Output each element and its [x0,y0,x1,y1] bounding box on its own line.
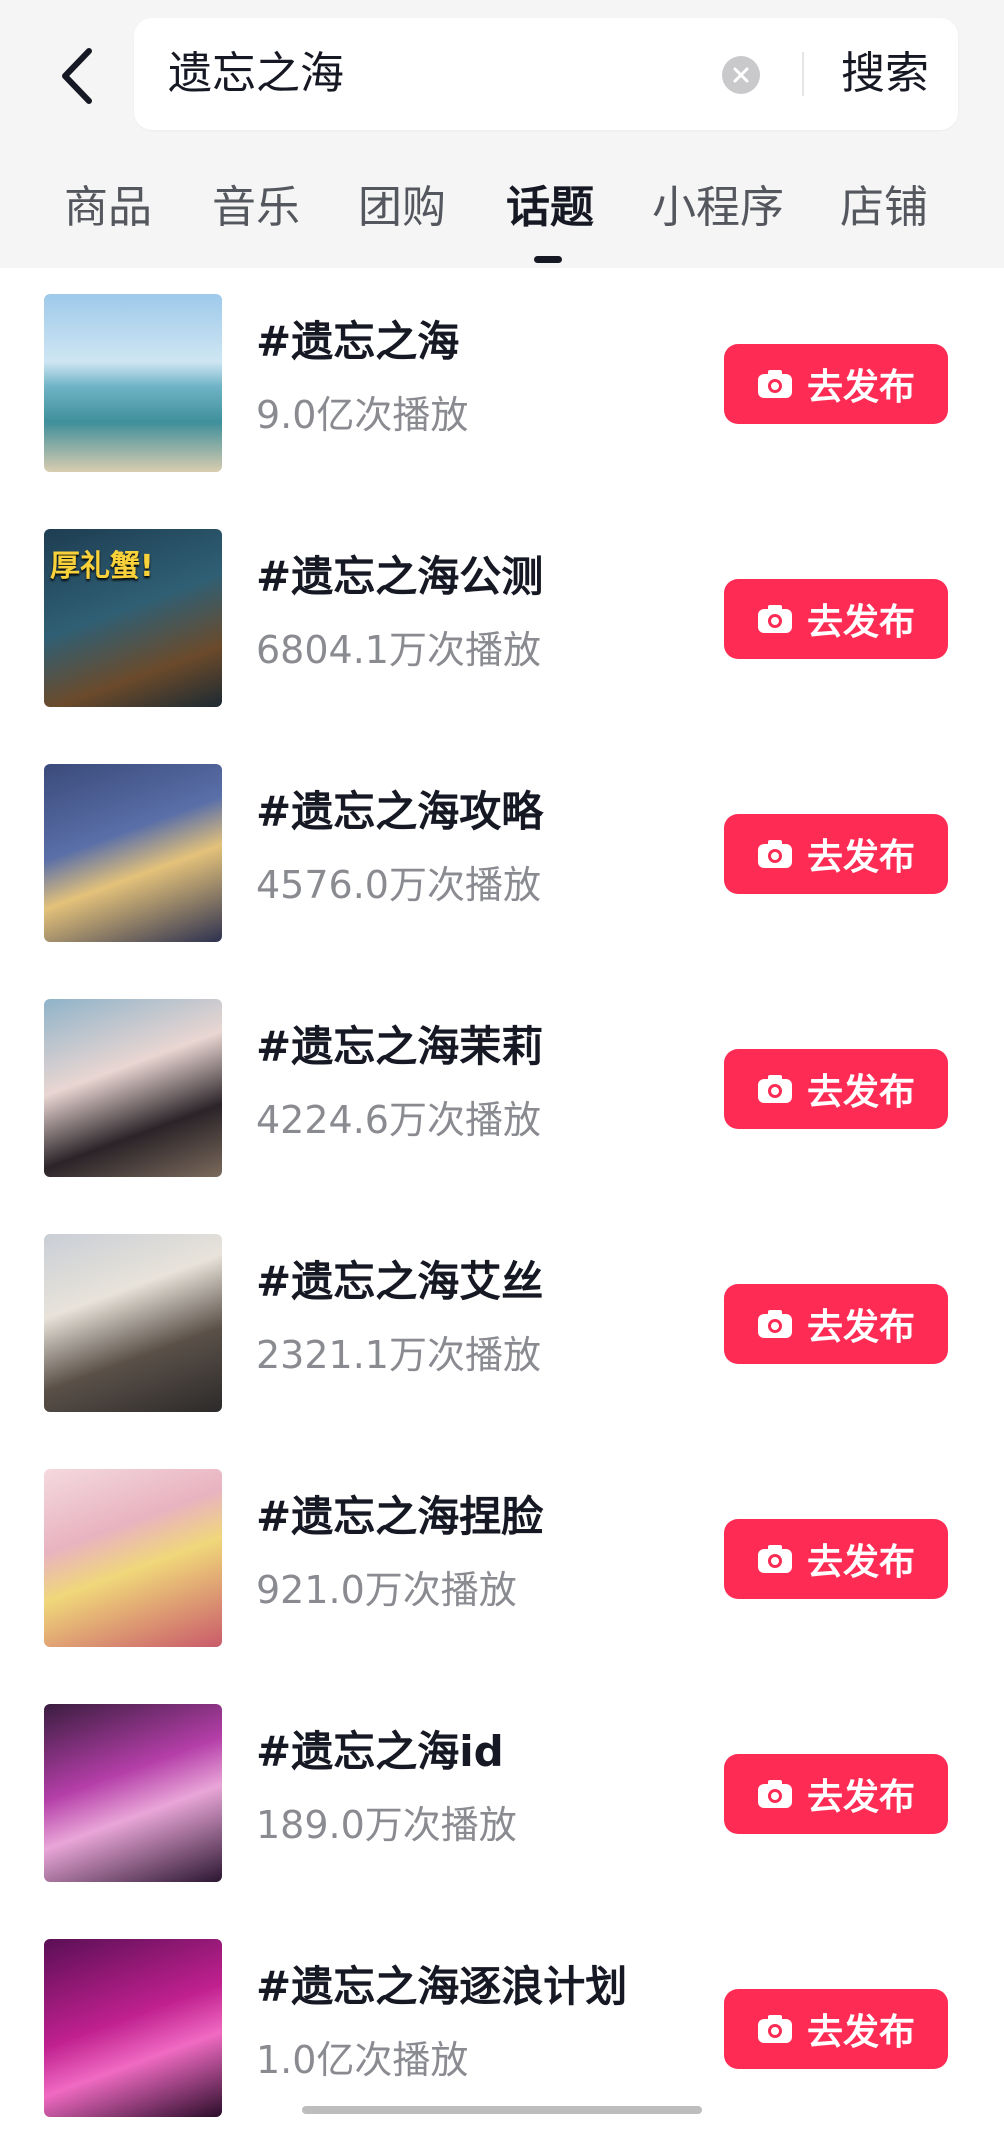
post-button[interactable]: 去发布 [724,344,948,424]
camera-icon [757,1780,792,1808]
divider [802,52,804,96]
camera-icon [757,2015,792,2043]
tab-topics[interactable]: 话题 [506,172,594,244]
tab-shops[interactable]: 店铺 [840,172,928,244]
topic-title: #遗忘之海 [256,317,460,366]
post-button[interactable]: 去发布 [724,814,948,894]
topic-views: 4576.0万次播放 [256,863,541,907]
search-button[interactable]: 搜索 [812,18,958,130]
topic-thumbnail [44,1939,222,2117]
topic-title: #遗忘之海茉莉 [256,1022,544,1071]
topic-row[interactable]: #遗忘之海捏脸 921.0万次播放 去发布 [0,1443,1004,1678]
topic-title: #遗忘之海逐浪计划 [256,1962,628,2011]
post-button[interactable]: 去发布 [724,1989,948,2069]
top-bar: 遗忘之海 搜索 商品 音乐 团购 话题 小程序 店铺 [0,0,1004,268]
topic-thumbnail: 厚礼蟹! [44,529,222,707]
topic-title: #遗忘之海id [256,1727,504,1776]
camera-icon [757,1545,792,1573]
post-button[interactable]: 去发布 [724,579,948,659]
tab-music[interactable]: 音乐 [212,172,300,244]
tab-group-buy[interactable]: 团购 [358,172,446,244]
topic-row[interactable]: #遗忘之海茉莉 4224.6万次播放 去发布 [0,973,1004,1208]
topic-row[interactable]: #遗忘之海 9.0亿次播放 去发布 [0,268,1004,503]
topic-row[interactable]: #遗忘之海艾丝 2321.1万次播放 去发布 [0,1208,1004,1443]
topic-thumbnail [44,1234,222,1412]
topic-thumbnail [44,999,222,1177]
post-button-label: 去发布 [806,1307,915,1348]
home-indicator[interactable] [302,2106,702,2114]
topic-row[interactable]: 厚礼蟹! #遗忘之海公测 6804.1万次播放 去发布 [0,503,1004,738]
topic-views: 6804.1万次播放 [256,628,541,672]
topic-views: 189.0万次播放 [256,1803,517,1847]
post-button-label: 去发布 [806,2012,915,2053]
back-button[interactable] [44,36,110,116]
topic-views: 4224.6万次播放 [256,1098,541,1142]
post-button-label: 去发布 [806,602,915,643]
tab-mini-programs[interactable]: 小程序 [652,172,784,244]
tab-bar: 商品 音乐 团购 话题 小程序 店铺 [0,172,1004,268]
search-input[interactable]: 遗忘之海 [168,18,344,130]
tab-goods[interactable]: 商品 [64,172,152,244]
topic-views: 921.0万次播放 [256,1568,517,1612]
post-button-label: 去发布 [806,1542,915,1583]
topic-thumbnail [44,764,222,942]
topic-title: #遗忘之海攻略 [256,787,544,836]
topic-title: #遗忘之海捏脸 [256,1492,544,1541]
post-button[interactable]: 去发布 [724,1049,948,1129]
topic-thumbnail [44,294,222,472]
topic-views: 9.0亿次播放 [256,393,469,437]
active-tab-indicator [534,256,562,263]
topic-title: #遗忘之海艾丝 [256,1257,544,1306]
chevron-left-icon [62,48,92,104]
camera-icon [757,1310,792,1338]
topic-title: #遗忘之海公测 [256,552,544,601]
camera-icon [757,370,792,398]
post-button-label: 去发布 [806,837,915,878]
topic-row[interactable]: #遗忘之海攻略 4576.0万次播放 去发布 [0,738,1004,973]
camera-icon [757,1075,792,1103]
clear-icon [733,67,749,83]
topic-row[interactable]: #遗忘之海id 189.0万次播放 去发布 [0,1678,1004,1913]
post-button[interactable]: 去发布 [724,1519,948,1599]
post-button-label: 去发布 [806,1072,915,1113]
camera-icon [757,605,792,633]
post-button-label: 去发布 [806,1777,915,1818]
clear-search-button[interactable] [722,56,760,94]
camera-icon [757,840,792,868]
search-box[interactable]: 遗忘之海 搜索 [134,18,958,130]
post-button[interactable]: 去发布 [724,1754,948,1834]
post-button[interactable]: 去发布 [724,1284,948,1364]
topic-thumbnail [44,1469,222,1647]
topic-views: 2321.1万次播放 [256,1333,541,1377]
thumbnail-caption: 厚礼蟹! [50,549,154,584]
topic-views: 1.0亿次播放 [256,2038,469,2082]
post-button-label: 去发布 [806,367,915,408]
topic-thumbnail [44,1704,222,1882]
